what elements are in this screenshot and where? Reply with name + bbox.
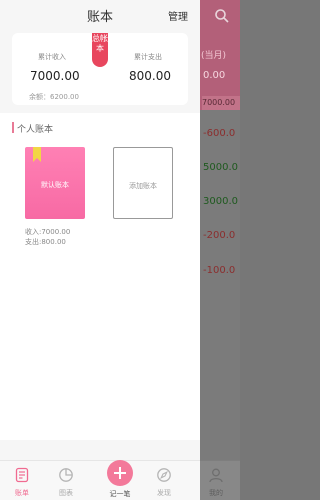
total-income-label: 累计收入 — [38, 53, 66, 61]
add-record-label: 记一笔 — [109, 490, 131, 498]
book-expense: 支出:800.00 — [25, 238, 66, 246]
background-header-value: 0.00 — [203, 70, 226, 81]
bookmark-icon — [33, 147, 41, 162]
total-book-ribbon: 总帐本 — [92, 33, 108, 67]
add-record-button[interactable] — [107, 460, 133, 486]
nav-label-bills: 账单 — [15, 489, 29, 497]
nav-label-discover: 发现 — [157, 489, 171, 497]
total-expense-label: 累计支出 — [134, 53, 162, 61]
total-income-value: 7000.00 — [30, 69, 80, 83]
background-amount: -100.0 — [203, 265, 236, 276]
compass-icon — [157, 468, 171, 482]
search-icon[interactable] — [214, 8, 230, 24]
manage-button[interactable]: 管理 — [168, 8, 188, 23]
book-card-default[interactable]: 默认账本 — [25, 147, 85, 219]
drawer-footer-space — [0, 440, 200, 460]
nav-item-discover[interactable]: 发现 — [144, 461, 184, 500]
nav-dim-overlay — [200, 460, 240, 500]
background-amount: -200.0 — [203, 230, 236, 241]
section-accent-bar — [12, 122, 14, 133]
book-drawer: 账本 管理 累计收入 7000.00 累计支出 800.00 余额：6200.0… — [0, 0, 200, 500]
background-amount: 5000.0 — [203, 162, 238, 173]
add-book-button[interactable]: 添加账本 — [113, 147, 173, 219]
background-row-bar-text: 7000.00 — [202, 98, 236, 107]
section-title: 个人账本 — [17, 125, 54, 135]
pie-chart-icon — [59, 468, 73, 482]
total-expense-value: 800.00 — [129, 69, 171, 83]
background-row-bar: 7000.00 — [202, 96, 240, 110]
add-book-label: 添加账本 — [129, 182, 157, 190]
background-header-label: (当月) — [201, 51, 227, 61]
book-name: 默认账本 — [41, 181, 69, 189]
background-amount: 3000.0 — [203, 196, 238, 207]
nav-item-bills[interactable]: 账单 — [2, 461, 42, 500]
bill-icon — [15, 467, 29, 483]
balance-text: 余额：6200.00 — [29, 93, 79, 101]
background-amount: -600.0 — [203, 128, 236, 139]
book-income: 收入:7000.00 — [25, 228, 71, 236]
nav-item-charts[interactable]: 图表 — [46, 461, 86, 500]
nav-label-charts: 图表 — [59, 489, 73, 497]
